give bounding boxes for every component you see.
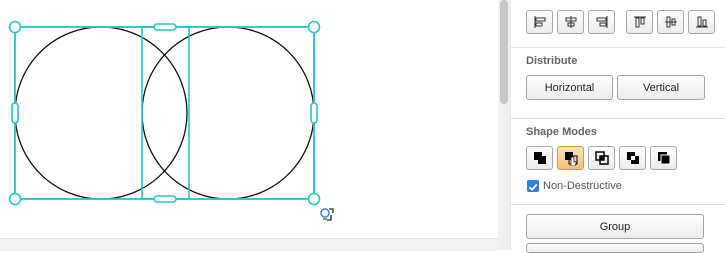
shape-modes-row — [526, 146, 677, 170]
shape-mode-union-button[interactable] — [526, 146, 553, 170]
distribute-vertical-button[interactable]: Vertical — [617, 75, 705, 100]
resize-handle-right[interactable] — [310, 102, 318, 124]
section-divider — [511, 47, 725, 48]
subtract-icon — [564, 152, 577, 166]
align-buttons-row — [526, 10, 715, 34]
bounding-box-right — [141, 26, 315, 200]
shape-mode-intersect-button[interactable] — [588, 146, 615, 170]
align-center-button[interactable] — [557, 10, 584, 34]
resize-handle-top[interactable] — [153, 23, 177, 31]
align-right-icon — [596, 16, 607, 28]
drawing-canvas[interactable] — [0, 0, 498, 238]
align-bottom-button[interactable] — [688, 10, 715, 34]
horizontal-scrollbar[interactable] — [0, 238, 498, 251]
divide-icon — [657, 152, 670, 165]
properties-panel: Distribute Horizontal Vertical Shape Mod… — [510, 0, 725, 253]
align-bottom-icon — [695, 16, 708, 28]
shape-mode-subtract-button[interactable] — [557, 146, 584, 170]
align-left-button[interactable] — [526, 10, 553, 34]
shape-mode-divide-button[interactable] — [650, 146, 677, 170]
selection-box[interactable] — [14, 26, 315, 200]
align-middle-icon — [664, 16, 677, 28]
distribute-title: Distribute — [526, 55, 578, 67]
align-center-icon — [565, 16, 576, 28]
align-top-icon — [633, 16, 646, 28]
group-button[interactable]: Group — [526, 214, 704, 239]
scrollbar-thumb[interactable] — [500, 0, 508, 104]
resize-handle-bottom-left[interactable] — [8, 192, 22, 206]
align-middle-button[interactable] — [657, 10, 684, 34]
align-left-icon — [534, 16, 545, 28]
distribute-horizontal-button[interactable]: Horizontal — [526, 75, 613, 100]
resize-handle-top-right[interactable] — [307, 20, 321, 34]
resize-handle-bottom-right[interactable] — [307, 192, 321, 206]
section-divider — [511, 118, 725, 119]
canvas-svg — [8, 20, 334, 221]
exclude-icon — [626, 152, 639, 164]
shape-modes-title: Shape Modes — [526, 126, 597, 138]
union-icon — [533, 152, 546, 164]
align-top-button[interactable] — [626, 10, 653, 34]
resize-handle-left[interactable] — [11, 102, 19, 124]
resize-handle-bottom[interactable] — [153, 195, 177, 203]
non-destructive-checkbox[interactable] — [527, 180, 539, 192]
shape-mode-exclude-button[interactable] — [619, 146, 646, 170]
intersect-icon — [594, 151, 609, 165]
align-group-spacer — [619, 10, 622, 34]
next-button-partial[interactable] — [526, 243, 704, 253]
resize-handle-top-left[interactable] — [8, 20, 22, 34]
vertical-scrollbar[interactable] — [498, 0, 510, 250]
rotate-cursor-icon — [320, 208, 334, 221]
checkmark-icon — [528, 183, 538, 192]
non-destructive-label: Non-Destructive — [543, 180, 622, 192]
circle-shape-right[interactable] — [141, 26, 315, 200]
section-divider — [511, 204, 725, 205]
align-right-button[interactable] — [588, 10, 615, 34]
circle-shape-left[interactable] — [14, 26, 188, 200]
